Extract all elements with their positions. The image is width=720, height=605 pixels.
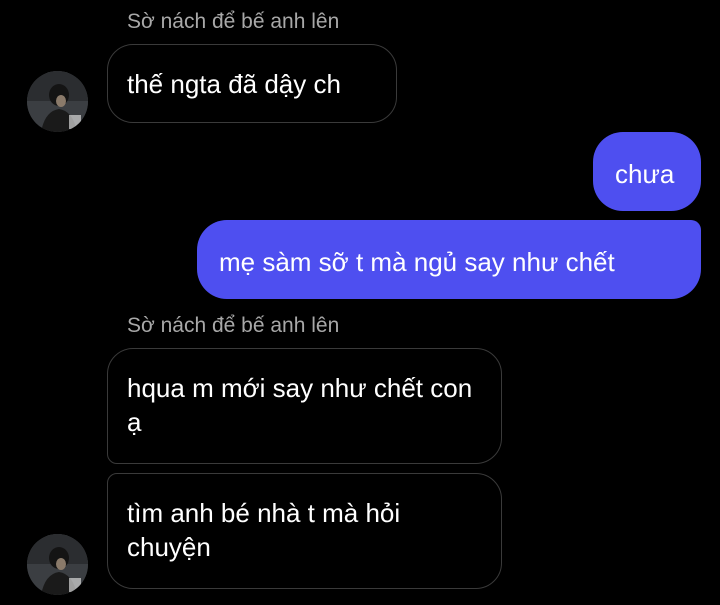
incoming-message-bubble[interactable]: thế ngta đã dậy ch [107,44,397,123]
message-text: chưa [615,159,675,189]
avatar-photo-icon [27,71,88,132]
message-text: thế ngta đã dậy ch [127,69,341,99]
avatar-photo-icon [27,534,88,595]
outgoing-message-bubble[interactable]: chưa [593,132,701,211]
incoming-message-bubble[interactable]: hqua m mới say như chết con ạ [107,348,502,464]
sender-name: Sờ nách để bế anh lên [127,10,340,33]
message-text: mẹ sàm sỡ t mà ngủ say như chết [219,247,615,277]
contact-avatar[interactable] [27,534,88,595]
outgoing-message-bubble[interactable]: mẹ sàm sỡ t mà ngủ say như chết [197,220,701,299]
incoming-message-bubble[interactable]: tìm anh bé nhà t mà hỏi chuyện [107,473,502,589]
contact-avatar[interactable] [27,71,88,132]
message-text: hqua m mới say như chết con ạ [127,373,473,437]
message-text: tìm anh bé nhà t mà hỏi chuyện [127,498,401,562]
sender-name: Sờ nách để bế anh lên [127,314,340,337]
